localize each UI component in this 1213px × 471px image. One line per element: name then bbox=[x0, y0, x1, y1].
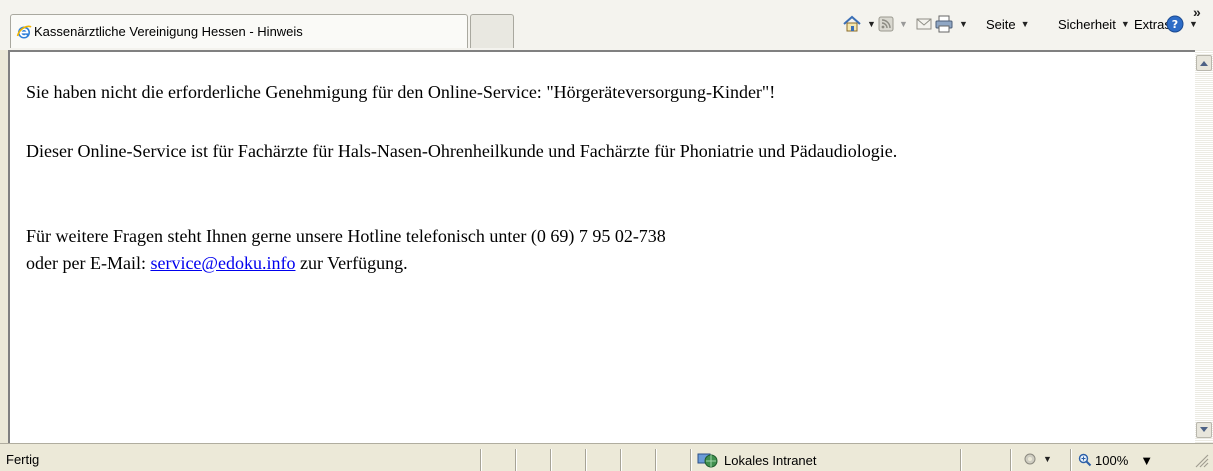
service-description: Dieser Online-Service ist für Fachärzte … bbox=[26, 141, 898, 161]
help-button[interactable]: ? ▼ bbox=[1166, 12, 1198, 36]
status-pane bbox=[960, 449, 962, 471]
permission-message: Sie haben nicht die erforderliche Genehm… bbox=[26, 82, 776, 102]
page-menu[interactable]: Seite ▼ bbox=[986, 12, 1030, 36]
arrow-up-icon bbox=[1200, 61, 1208, 66]
printer-icon bbox=[935, 15, 953, 33]
scroll-up-button[interactable] bbox=[1196, 55, 1212, 71]
browser-tab[interactable]: Kassenärztliche Vereinigung Hessen - Hin… bbox=[10, 14, 468, 48]
home-icon bbox=[843, 15, 861, 32]
status-pane bbox=[550, 449, 552, 471]
status-pane bbox=[480, 449, 482, 471]
scroll-down-button[interactable] bbox=[1196, 422, 1212, 438]
resize-grip-icon[interactable] bbox=[1193, 452, 1209, 468]
gear-icon bbox=[1024, 453, 1036, 465]
chevron-down-icon: ▼ bbox=[1140, 452, 1154, 468]
zoom-icon bbox=[1078, 453, 1092, 467]
chevron-down-icon: ▼ bbox=[1020, 19, 1030, 29]
security-zone[interactable]: Lokales Intranet bbox=[697, 449, 817, 471]
chevron-down-icon: ▼ bbox=[1189, 19, 1198, 29]
zone-label: Lokales Intranet bbox=[724, 452, 817, 468]
status-pane bbox=[620, 449, 622, 471]
status-pane bbox=[1070, 449, 1072, 471]
security-menu[interactable]: Sicherheit ▼ bbox=[1058, 12, 1130, 36]
zoom-level: 100% bbox=[1095, 452, 1129, 468]
status-pane bbox=[690, 449, 692, 471]
arrow-down-icon bbox=[1200, 427, 1208, 432]
status-pane bbox=[655, 449, 657, 471]
protected-mode-button[interactable]: ▼ bbox=[1022, 447, 1052, 471]
tab-title: Kassenärztliche Vereinigung Hessen - Hin… bbox=[34, 24, 303, 39]
svg-text:?: ? bbox=[1172, 18, 1178, 31]
status-text: Fertig bbox=[6, 452, 40, 467]
mail-button[interactable] bbox=[916, 12, 932, 36]
new-tab-button[interactable] bbox=[470, 14, 514, 48]
internet-explorer-icon bbox=[16, 25, 32, 39]
security-menu-label: Sicherheit bbox=[1058, 16, 1116, 32]
chevron-down-icon[interactable]: ▼ bbox=[899, 19, 908, 29]
email-prefix: oder per E-Mail: bbox=[26, 253, 146, 273]
email-suffix: zur Verfügung. bbox=[299, 253, 408, 273]
vertical-scrollbar[interactable] bbox=[1195, 50, 1213, 443]
zoom-control[interactable]: 100% ▼ bbox=[1078, 449, 1153, 471]
help-icon: ? bbox=[1166, 15, 1184, 33]
email-link[interactable]: service@edoku.info bbox=[150, 253, 295, 273]
status-pane bbox=[515, 449, 517, 471]
chevron-down-icon[interactable]: ▼ bbox=[867, 19, 876, 29]
email-line: oder per E-Mail: service@edoku.info zur … bbox=[26, 253, 408, 274]
status-pane bbox=[1010, 449, 1012, 471]
chevron-down-icon: ▼ bbox=[1120, 19, 1130, 29]
status-pane bbox=[585, 449, 587, 471]
hotline-text: Für weitere Fragen steht Ihnen gerne uns… bbox=[26, 226, 666, 246]
home-button[interactable]: ▼ bbox=[842, 12, 876, 36]
status-bar: Fertig Lokales Intranet ▼ 100% ▼ bbox=[0, 443, 1213, 471]
page-menu-label: Seite bbox=[986, 16, 1016, 32]
intranet-globe-icon bbox=[697, 453, 718, 468]
command-bar: Kassenärztliche Vereinigung Hessen - Hin… bbox=[0, 0, 1213, 50]
rss-feed-icon bbox=[878, 16, 894, 32]
mail-icon bbox=[916, 18, 932, 30]
chevron-down-icon[interactable]: ▼ bbox=[959, 19, 968, 29]
feeds-button[interactable]: ▼ bbox=[878, 12, 908, 36]
print-button[interactable]: ▼ bbox=[934, 12, 968, 36]
chevron-down-icon: ▼ bbox=[1043, 454, 1052, 464]
